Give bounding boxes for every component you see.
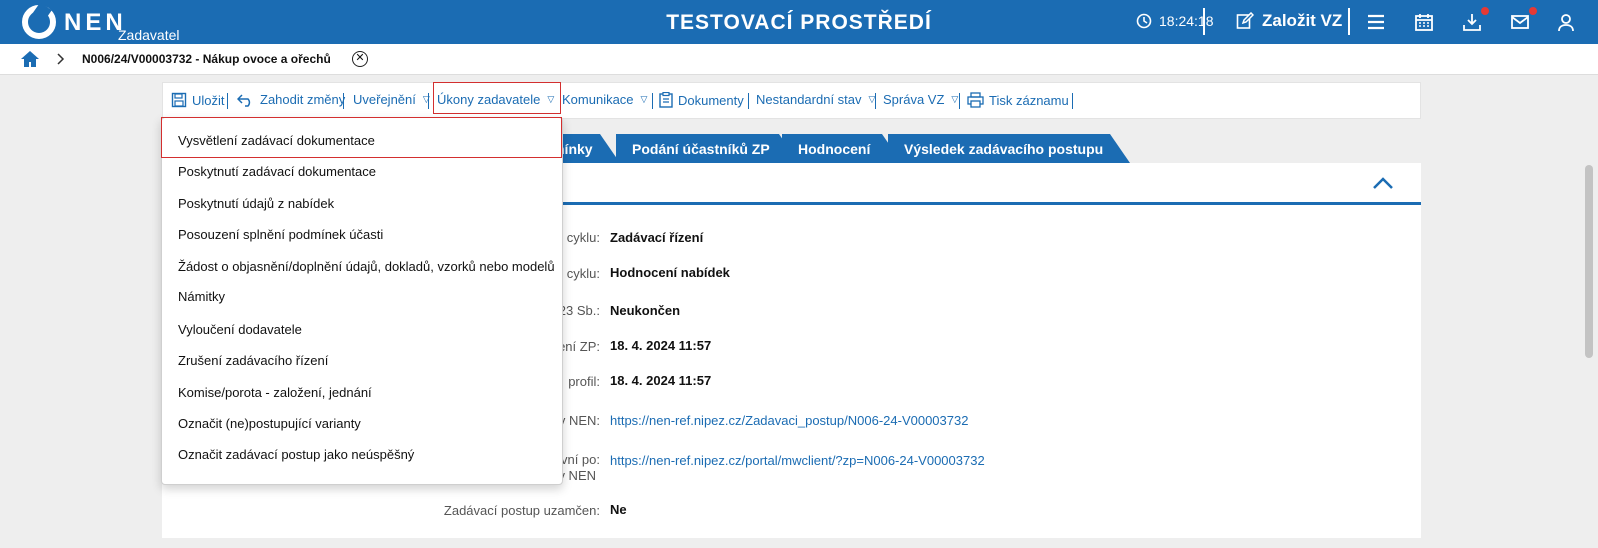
top-bar: NEN Zadavatel TESTOVACÍ PROSTŘEDÍ 18:24:… <box>0 0 1598 44</box>
create-vz-label: Založit VZ <box>1262 11 1343 30</box>
scrollbar[interactable] <box>1585 165 1593 358</box>
vz-management-dropdown[interactable]: Správa VZ ▽ <box>883 92 958 107</box>
toolbar-divider <box>875 93 876 109</box>
download-notification-badge <box>1481 7 1489 15</box>
toolbar-divider <box>959 93 960 109</box>
publish-label: Uveřejnění <box>353 92 416 107</box>
documents-button[interactable]: Dokumenty <box>659 92 744 108</box>
tab-result[interactable]: Výsledek zadávacího postupu <box>888 134 1130 163</box>
toolbar-divider <box>343 93 344 109</box>
user-icon[interactable] <box>1556 12 1576 32</box>
save-label: Uložit <box>192 92 225 108</box>
menu-item[interactable]: Poskytnutí zadávací dokumentace <box>178 164 376 179</box>
home-icon[interactable] <box>20 50 40 68</box>
menu-item[interactable]: Posouzení splnění podmínek účasti <box>178 227 383 242</box>
environment-title: TESTOVACÍ PROSTŘEDÍ <box>666 11 932 34</box>
menu-item[interactable]: Zrušení zadávacího řízení <box>178 353 328 368</box>
toolbar-divider <box>227 93 228 109</box>
publish-dropdown[interactable]: Uveřejnění ▽ <box>353 92 430 107</box>
session-timer: 18:24:18 <box>1136 13 1214 29</box>
tab-evaluation[interactable]: Hodnocení <box>782 134 902 163</box>
menu-item[interactable]: Komise/porota - založení, jednání <box>178 385 372 400</box>
communication-dropdown[interactable]: Komunikace ▽ <box>562 92 647 107</box>
print-record-label: Tisk záznamu <box>989 92 1069 108</box>
field-label: Zadávací postup uzamčen: <box>443 503 600 518</box>
create-vz-button[interactable]: Založit VZ <box>1236 11 1342 31</box>
discard-changes-button[interactable]: Zahodit změny <box>237 92 345 107</box>
nen-link[interactable]: https://nen-ref.nipez.cz/Zadavaci_postup… <box>610 413 968 428</box>
field-value: 18. 4. 2024 11:57 <box>610 338 712 353</box>
edit-icon <box>1236 12 1254 29</box>
action-toolbar: Uložit Zahodit změny Uveřejnění ▽ Úkony z… <box>162 82 1421 119</box>
time-value: 18:24:18 <box>1159 13 1214 29</box>
field-value: Hodnocení nabídek <box>610 265 730 280</box>
calendar-icon[interactable] <box>1414 12 1434 32</box>
clipboard-icon <box>659 92 673 108</box>
toolbar-divider <box>428 93 429 109</box>
nonstandard-state-label: Nestandardní stav <box>756 92 862 107</box>
print-record-button[interactable]: Tisk záznamu <box>967 92 1069 108</box>
download-icon[interactable] <box>1462 12 1482 32</box>
menu-icon[interactable] <box>1366 12 1386 32</box>
discard-changes-label: Zahodit změny <box>260 92 346 107</box>
tab-submissions[interactable]: Podání účastníků ZP <box>616 134 799 163</box>
nen-logo-icon <box>22 5 56 39</box>
menu-item[interactable]: Vyloučení dodavatele <box>178 322 302 337</box>
menu-item[interactable]: Označit zadávací postup jako neúspěšný <box>178 447 414 462</box>
toolbar-divider <box>652 93 653 109</box>
mail-icon[interactable] <box>1510 12 1530 32</box>
header-divider <box>1348 8 1350 35</box>
dropdown-arrow-icon: ▽ <box>951 94 959 104</box>
toolbar-divider <box>1072 93 1073 109</box>
nonstandard-state-dropdown[interactable]: Nestandardní stav ▽ <box>756 92 875 107</box>
menu-item[interactable]: Námitky <box>178 289 225 304</box>
menu-item[interactable]: Poskytnutí údajů z nabídek <box>178 196 334 211</box>
field-value: 18. 4. 2024 11:57 <box>610 373 712 388</box>
header-divider <box>1203 8 1205 35</box>
printer-icon <box>967 92 984 108</box>
field-value: Zadávací řízení <box>610 230 704 245</box>
breadcrumb: N006/24/V00003732 - Nákup ovoce a ořechů… <box>0 44 1598 75</box>
close-icon[interactable]: ✕ <box>352 51 368 67</box>
save-icon <box>171 92 187 108</box>
chevron-right-icon <box>57 53 65 65</box>
save-button[interactable]: Uložit <box>171 92 225 108</box>
menu-item[interactable]: Žádost o objasnění/doplnění údajů, dokla… <box>178 259 555 274</box>
logo-subtitle: Zadavatel <box>118 27 180 43</box>
menu-item[interactable]: Označit (ne)postupující varianty <box>178 416 361 431</box>
documents-label: Dokumenty <box>678 92 744 108</box>
toolbar-divider <box>748 93 749 109</box>
selected-menu-item-highlight <box>161 117 562 158</box>
contracting-actions-menu: Vysvětlení zadávací dokumentace Poskytnu… <box>161 117 563 485</box>
communication-label: Komunikace <box>562 92 634 107</box>
field-value: Neukončen <box>610 303 681 318</box>
portal-link[interactable]: https://nen-ref.nipez.cz/portal/mwclient… <box>610 453 985 468</box>
undo-icon <box>237 93 251 107</box>
dropdown-arrow-icon: ▽ <box>640 94 648 104</box>
mail-notification-badge <box>1529 7 1537 15</box>
vz-management-label: Správa VZ <box>883 92 945 107</box>
chevron-up-icon[interactable] <box>1371 175 1395 191</box>
clock-icon <box>1136 13 1152 29</box>
breadcrumb-current[interactable]: N006/24/V00003732 - Nákup ovoce a ořechů <box>82 52 331 66</box>
active-toolbar-highlight <box>433 82 561 114</box>
field-value: Ne <box>610 502 627 517</box>
